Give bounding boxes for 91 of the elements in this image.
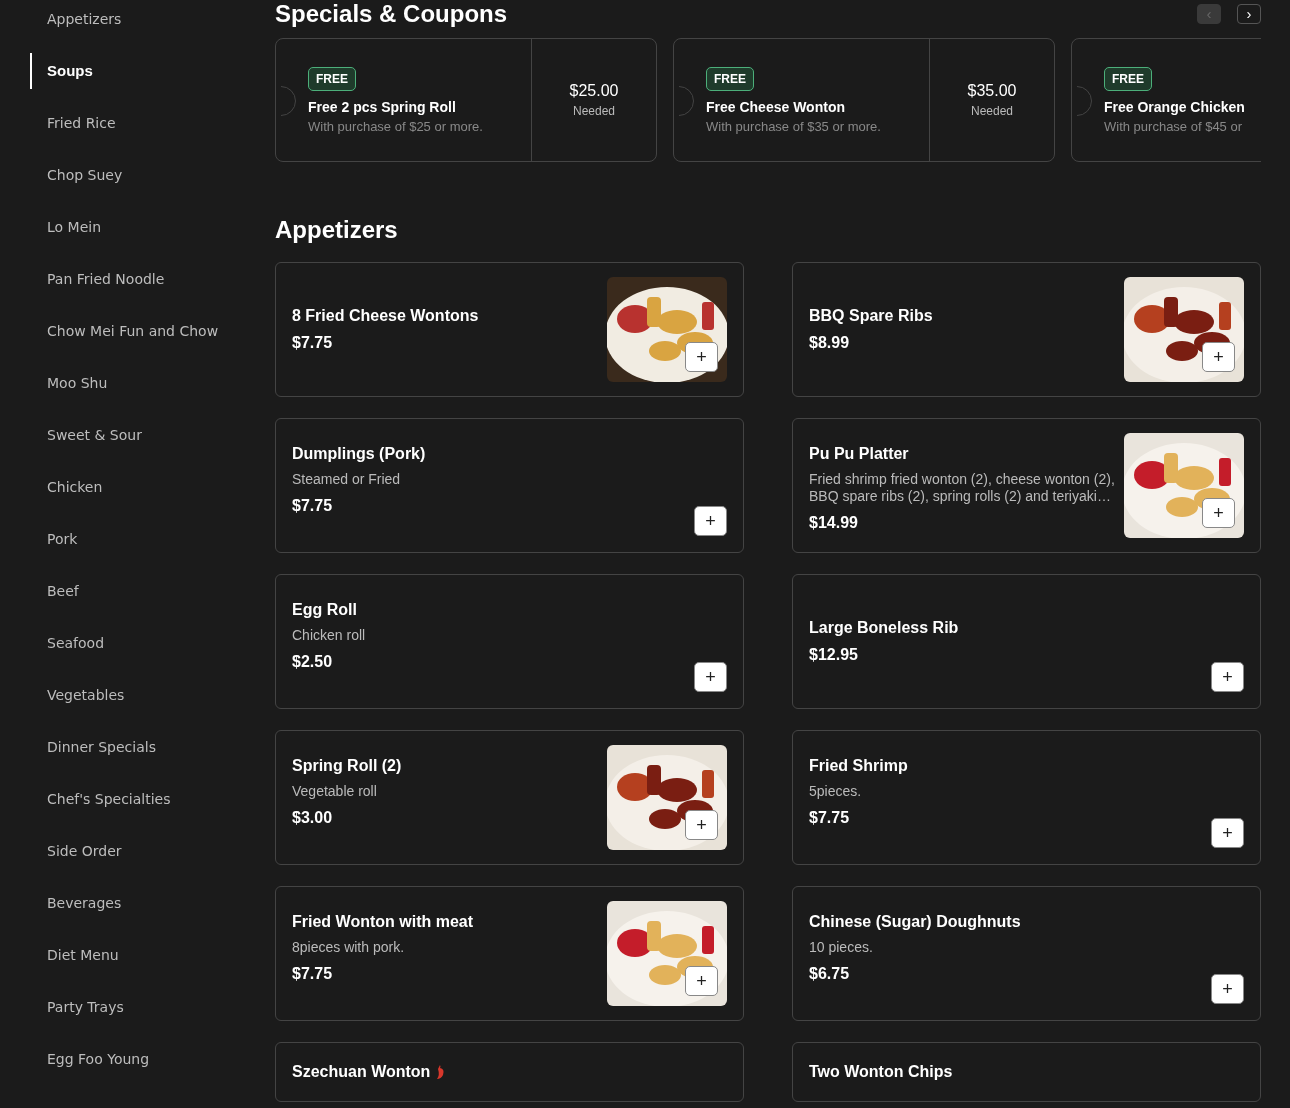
- add-button[interactable]: +: [685, 342, 718, 372]
- menu-item-card[interactable]: Large Boneless Rib $12.95 +: [792, 574, 1261, 709]
- free-badge: FREE: [308, 67, 356, 91]
- menu-item-card[interactable]: BBQ Spare Ribs $8.99 +: [792, 262, 1261, 397]
- item-name: Two Wonton Chips: [809, 1063, 953, 1081]
- add-button[interactable]: +: [1211, 662, 1244, 692]
- item-description: 8pieces with pork.: [292, 939, 405, 956]
- item-price: $14.99: [809, 514, 858, 532]
- category-link[interactable]: Vegetables: [30, 677, 125, 713]
- item-description: 10 pieces.: [809, 939, 873, 956]
- category-link[interactable]: Beverages: [30, 885, 122, 921]
- menu-item-card[interactable]: Fried Wonton with meat 8pieces with pork. $7.75 +: [275, 886, 744, 1021]
- menu-item-card[interactable]: 8 Fried Cheese Wontons $7.75 +: [275, 262, 744, 397]
- category-link[interactable]: Lo Mein: [30, 209, 102, 245]
- item-name: Chinese (Sugar) Doughnuts: [809, 913, 1021, 931]
- item-price: $2.50: [292, 653, 333, 671]
- add-button[interactable]: +: [1211, 818, 1244, 848]
- add-button[interactable]: +: [694, 506, 727, 536]
- item-description: 5pieces.: [809, 783, 862, 800]
- category-link[interactable]: Egg Foo Young: [30, 1041, 150, 1077]
- category-link[interactable]: Sweet & Sour: [30, 417, 142, 453]
- add-button[interactable]: +: [685, 810, 718, 840]
- item-name: Spring Roll (2): [292, 757, 402, 775]
- menu-item-card[interactable]: Egg Roll Chicken roll $2.50 +: [275, 574, 744, 709]
- category-link[interactable]: Side Order: [30, 833, 122, 869]
- item-name: 8 Fried Cheese Wontons: [292, 307, 479, 325]
- item-name: Dumplings (Pork): [292, 445, 426, 463]
- coupon-amount-label: Needed: [970, 104, 1013, 118]
- item-description: Steamed or Fried: [292, 471, 401, 488]
- item-price: $7.75: [292, 334, 333, 352]
- menu-item-card[interactable]: Spring Roll (2) Vegetable roll $3.00 +: [275, 730, 744, 865]
- menu-item-card[interactable]: Fried Shrimp 5pieces. $7.75 +: [792, 730, 1261, 865]
- category-link[interactable]: Soups: [30, 53, 93, 89]
- item-name: Szechuan Wonton: [292, 1063, 431, 1081]
- add-button[interactable]: +: [1211, 974, 1244, 1004]
- coupon-description: With purchase of $45 or: [1104, 119, 1243, 134]
- add-button[interactable]: +: [1202, 498, 1235, 528]
- coupon-amount-label: Needed: [572, 104, 615, 118]
- coupon-title: Free Cheese Wonton: [706, 99, 845, 115]
- add-button[interactable]: +: [685, 966, 718, 996]
- menu-item-card[interactable]: Dumplings (Pork) Steamed or Fried $7.75 +: [275, 418, 744, 553]
- coupon-title: Free Orange Chicken: [1104, 99, 1245, 115]
- category-link[interactable]: Pork: [30, 521, 78, 557]
- coupon-title: Free 2 pcs Spring Roll: [308, 99, 456, 115]
- item-name: Fried Wonton with meat: [292, 913, 474, 931]
- category-link[interactable]: Appetizers: [30, 1, 122, 37]
- coupon-amount: $25.00: [569, 82, 619, 100]
- coupon-description: With purchase of $25 or more.: [308, 119, 483, 134]
- menu-item-card[interactable]: Chinese (Sugar) Doughnuts 10 pieces. $6.75 +: [792, 886, 1261, 1021]
- item-price: $7.75: [292, 497, 333, 515]
- category-link[interactable]: Party Trays: [30, 989, 124, 1025]
- free-badge: FREE: [1104, 67, 1152, 91]
- item-name: Large Boneless Rib: [809, 619, 959, 637]
- item-price: $8.99: [809, 334, 850, 352]
- category-link[interactable]: Chow Mei Fun and Chow: [30, 313, 219, 349]
- item-name: BBQ Spare Ribs: [809, 307, 933, 325]
- item-name: Pu Pu Platter: [809, 445, 909, 463]
- menu-item-card[interactable]: Pu Pu Platter Fried shrimp fried wonton (2), cheese wonton (2), BBQ spare ribs (2), spring rolls (2) and teriyaki… $14.99 +: [792, 418, 1261, 553]
- coupon-card[interactable]: FREE Free Cheese Wonton With purchase of $35 or more. $35.00 Needed: [673, 38, 1055, 162]
- coupon-description: With purchase of $35 or more.: [706, 119, 881, 134]
- free-badge: FREE: [706, 67, 754, 91]
- category-link[interactable]: Beef: [30, 573, 79, 609]
- add-button[interactable]: +: [694, 662, 727, 692]
- item-price: $6.75: [809, 965, 850, 983]
- menu-item-card[interactable]: Two Wonton Chips: [792, 1042, 1261, 1102]
- coupon-amount: $35.00: [967, 82, 1017, 100]
- category-link[interactable]: Chicken: [30, 469, 103, 505]
- coupon-card[interactable]: FREE Free Orange Chicken With purchase of $45 or: [1071, 38, 1261, 162]
- category-link[interactable]: Diet Menu: [30, 937, 119, 973]
- item-price: $7.75: [809, 809, 850, 827]
- item-description: Fried shrimp fried wonton (2), cheese wonton (2), BBQ spare ribs (2), spring rolls (2) and teriyaki…: [809, 471, 1116, 505]
- item-description: Chicken roll: [292, 627, 366, 644]
- item-name: Fried Shrimp: [809, 757, 908, 775]
- category-link[interactable]: Seafood: [30, 625, 105, 661]
- category-link[interactable]: Pan Fried Noodle: [30, 261, 165, 297]
- item-price: $7.75: [292, 965, 333, 983]
- coupon-card[interactable]: FREE Free 2 pcs Spring Roll With purchase of $25 or more. $25.00 Needed: [275, 38, 657, 162]
- menu-item-card[interactable]: Szechuan Wonton: [275, 1042, 744, 1102]
- category-link[interactable]: Dinner Specials: [30, 729, 156, 765]
- item-price: $12.95: [809, 646, 858, 664]
- category-link[interactable]: Fried Rice: [30, 105, 116, 141]
- next-button[interactable]: ›: [1237, 4, 1261, 24]
- section-title: Specials & Coupons: [275, 0, 508, 28]
- section-title: Appetizers: [275, 216, 399, 244]
- category-link[interactable]: Moo Shu: [30, 365, 108, 401]
- category-link[interactable]: Chop Suey: [30, 157, 123, 193]
- item-name: Egg Roll: [292, 601, 357, 619]
- item-description: Vegetable roll: [292, 783, 377, 800]
- add-button[interactable]: +: [1202, 342, 1235, 372]
- item-price: $3.00: [292, 809, 333, 827]
- category-link[interactable]: Chef's Specialties: [30, 781, 171, 817]
